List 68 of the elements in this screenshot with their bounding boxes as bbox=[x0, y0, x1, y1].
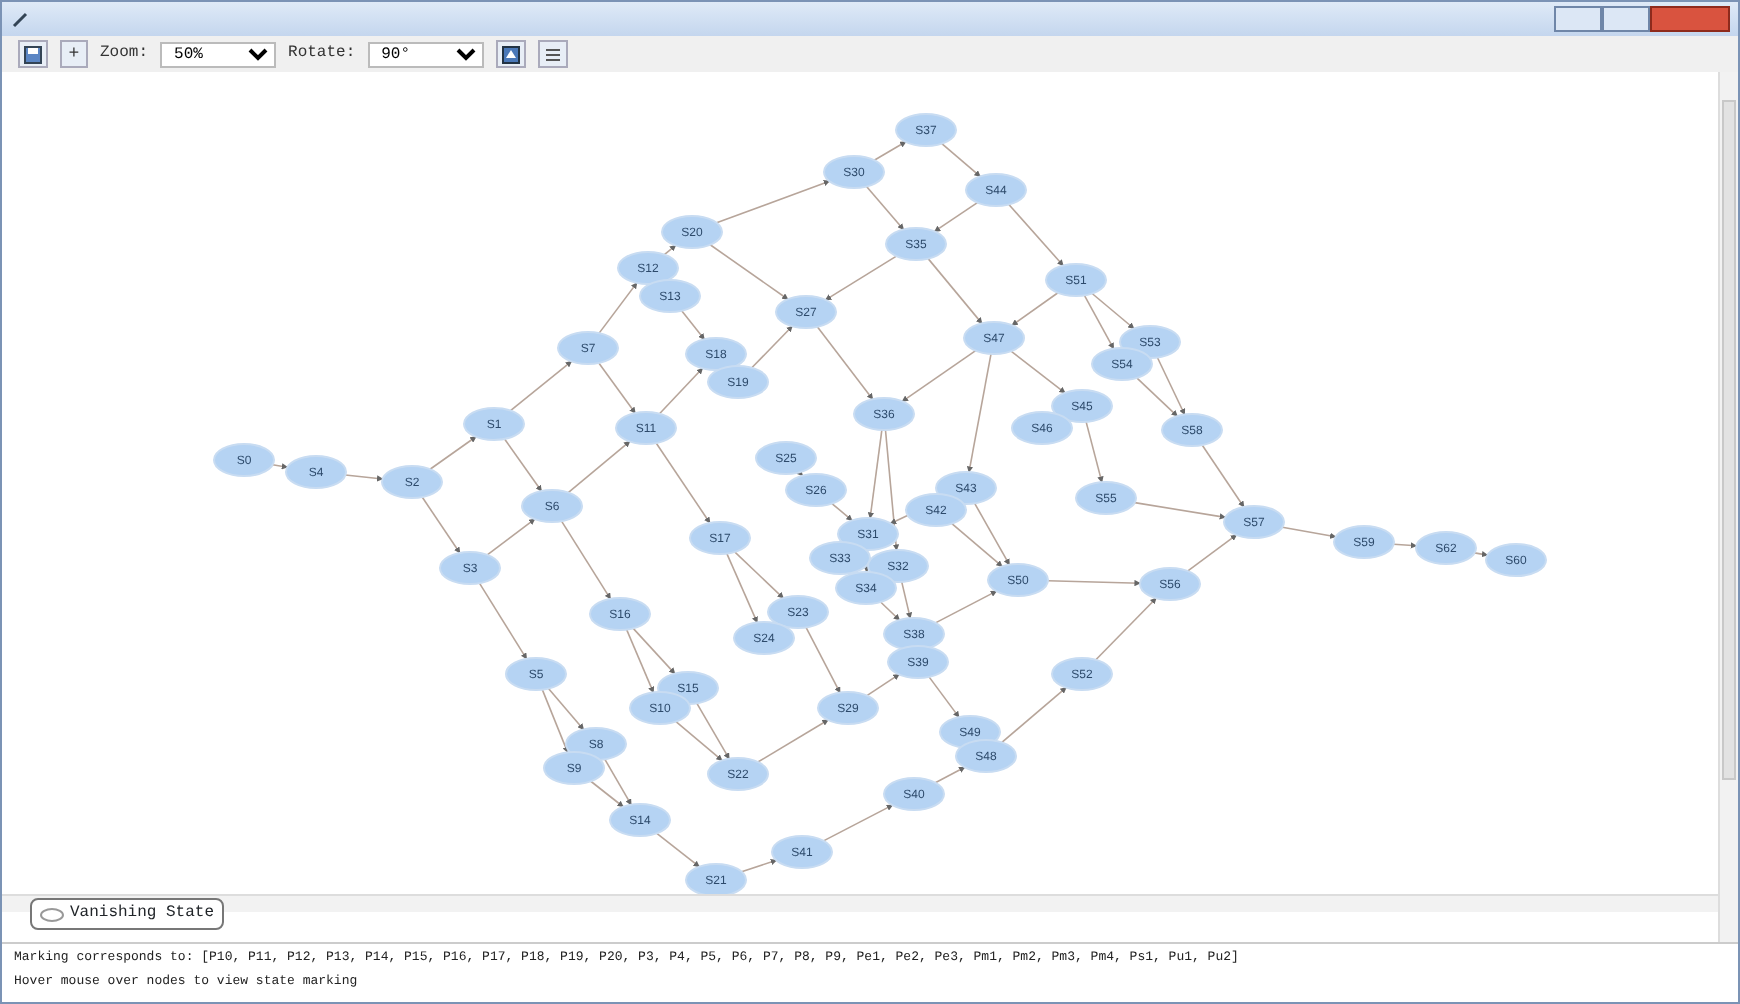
legend-label: Vanishing State bbox=[70, 902, 215, 926]
transition-arrow bbox=[709, 243, 789, 301]
rotate-label: Rotate: bbox=[288, 42, 356, 66]
transition-arrow bbox=[805, 626, 841, 694]
minimize-button[interactable] bbox=[1554, 6, 1602, 32]
transition-arrow bbox=[509, 360, 573, 412]
transition-arrow bbox=[478, 582, 528, 660]
close-button[interactable] bbox=[1650, 6, 1730, 32]
transition-arrow bbox=[933, 201, 979, 233]
rotate-select[interactable]: 90° bbox=[367, 41, 484, 67]
list-button[interactable] bbox=[537, 40, 568, 68]
transition-arrow bbox=[751, 325, 793, 369]
transition-arrow bbox=[1085, 421, 1104, 483]
transition-arrow bbox=[658, 367, 704, 415]
transition-arrow bbox=[696, 702, 730, 760]
transition-arrow bbox=[824, 255, 898, 301]
transition-arrow bbox=[1047, 579, 1141, 587]
transition-arrow bbox=[271, 463, 289, 470]
transition-arrow bbox=[822, 804, 894, 842]
transition-arrow bbox=[1473, 551, 1489, 558]
transition-arrow bbox=[1095, 597, 1157, 661]
transition-arrow bbox=[560, 520, 612, 600]
transition-arrow bbox=[1008, 203, 1064, 267]
transition-arrow bbox=[928, 676, 960, 718]
export-button[interactable] bbox=[495, 40, 526, 68]
transition-arrow bbox=[865, 185, 905, 231]
list-icon bbox=[543, 45, 562, 63]
transition-arrow bbox=[934, 766, 966, 784]
transition-arrow bbox=[757, 719, 829, 763]
transition-arrow bbox=[503, 438, 543, 492]
zoom-label: Zoom: bbox=[100, 42, 149, 66]
transition-arrow bbox=[934, 590, 998, 624]
transition-arrow bbox=[663, 244, 677, 256]
transition-arrow bbox=[421, 496, 461, 554]
transition-arrow bbox=[1010, 350, 1066, 394]
plus-button[interactable]: + bbox=[60, 40, 88, 68]
app-icon bbox=[10, 9, 30, 29]
transition-arrow bbox=[873, 141, 907, 161]
transition-arrow bbox=[1186, 534, 1238, 572]
transition-arrow bbox=[740, 859, 778, 873]
transition-arrow bbox=[973, 502, 1011, 566]
ellipse-icon bbox=[40, 907, 64, 921]
transition-arrow bbox=[796, 469, 804, 477]
transition-arrow bbox=[429, 435, 477, 471]
transition-arrow bbox=[1011, 291, 1059, 327]
transition-arrow bbox=[675, 720, 723, 762]
transition-arrow bbox=[951, 522, 1003, 568]
transition-arrow bbox=[656, 832, 700, 868]
transition-arrow bbox=[486, 518, 536, 556]
transition-arrow bbox=[816, 326, 874, 400]
transition-arrow bbox=[655, 442, 711, 524]
maximize-button[interactable] bbox=[1602, 6, 1650, 32]
transition-arrow bbox=[1281, 526, 1337, 539]
vertical-scrollbar[interactable] bbox=[1718, 72, 1738, 942]
transition-arrow bbox=[598, 362, 636, 414]
transition-arrow bbox=[344, 474, 384, 482]
transition-arrow bbox=[1001, 686, 1067, 744]
transition-arrow bbox=[680, 309, 706, 341]
transition-arrow bbox=[831, 502, 853, 522]
transition-arrow bbox=[598, 282, 638, 334]
zoom-select[interactable]: 50% bbox=[160, 41, 277, 67]
transition-arrow bbox=[1392, 542, 1418, 549]
transition-arrow bbox=[941, 142, 981, 178]
transition-arrow bbox=[567, 440, 631, 494]
transition-arrow bbox=[715, 180, 831, 224]
transition-arrow bbox=[866, 673, 900, 697]
transition-arrow bbox=[927, 257, 983, 325]
save-button[interactable] bbox=[18, 40, 48, 68]
